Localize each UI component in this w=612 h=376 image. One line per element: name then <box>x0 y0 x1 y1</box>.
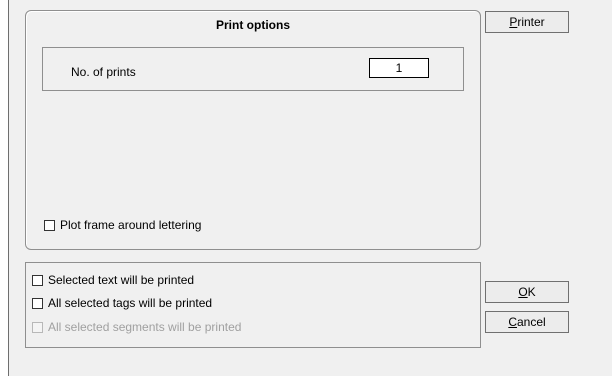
plot-frame-label: Plot frame around lettering <box>60 218 202 232</box>
plot-frame-option[interactable]: Plot frame around lettering <box>44 218 201 232</box>
selected-text-label: Selected text will be printed <box>48 273 195 287</box>
selected-segments-option: All selected segments will be printed <box>32 320 241 334</box>
print-options-title: Print options <box>216 18 290 32</box>
print-options-group: Print options No. of prints Plot frame a… <box>25 10 481 250</box>
selected-tags-label: All selected tags will be printed <box>48 296 213 310</box>
prints-count-input[interactable] <box>369 58 429 78</box>
cancel-label-rest: ancel <box>516 315 546 329</box>
selected-text-option[interactable]: Selected text will be printed <box>32 273 194 287</box>
printer-button[interactable]: Printer <box>485 11 569 33</box>
prints-count-box: No. of prints <box>42 47 464 91</box>
selected-text-checkbox[interactable] <box>32 274 43 286</box>
ok-mnemonic: O <box>518 285 528 299</box>
cancel-button[interactable]: Cancel <box>485 311 569 333</box>
cancel-mnemonic: C <box>508 315 517 329</box>
printer-label-rest: rinter <box>517 15 545 29</box>
selected-segments-checkbox <box>32 321 43 333</box>
ok-label-rest: K <box>527 285 536 299</box>
prints-count-label: No. of prints <box>71 65 136 79</box>
plot-frame-checkbox[interactable] <box>44 219 55 231</box>
selection-options-group: Selected text will be printed All select… <box>25 262 481 348</box>
selected-segments-label: All selected segments will be printed <box>48 320 242 334</box>
ok-button[interactable]: OK <box>485 281 569 303</box>
selected-tags-checkbox[interactable] <box>32 297 43 309</box>
selected-tags-option[interactable]: All selected tags will be printed <box>32 296 212 310</box>
print-dialog: Print options No. of prints Plot frame a… <box>8 0 612 376</box>
